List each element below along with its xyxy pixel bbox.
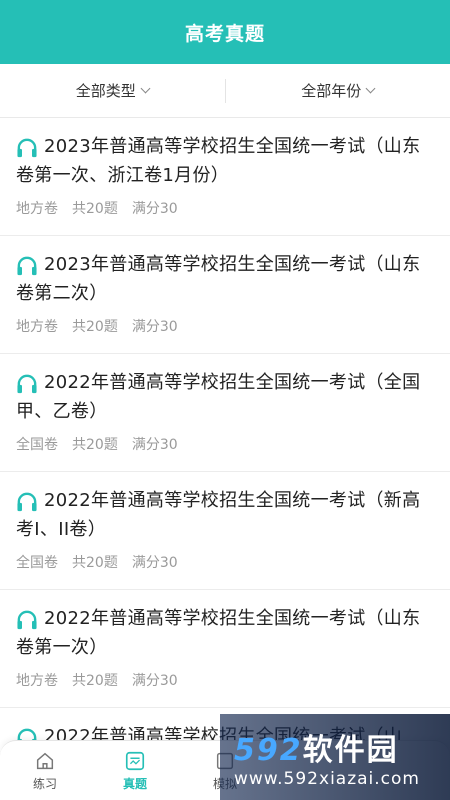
year-filter-dropdown[interactable]: 全部年份 — [226, 64, 450, 117]
watermark-brand-number: 592 — [234, 733, 303, 768]
paper-category: 全国卷 — [16, 555, 58, 571]
headphone-icon — [17, 138, 37, 158]
exam-paper-icon — [125, 751, 145, 770]
paper-question-count: 共20题 — [72, 673, 118, 689]
watermark-url: www.592xiazai.com — [234, 769, 420, 789]
app-header: 高考真题 — [0, 0, 450, 64]
paper-title: 2023年普通高等学校招生全国统一考试（山东卷第一次、浙江卷1月份） — [16, 136, 421, 186]
page-title: 高考真题 — [184, 22, 265, 45]
paper-question-count: 共20题 — [72, 555, 118, 571]
paper-list[interactable]: 2023年普通高等学校招生全国统一考试（山东卷第一次、浙江卷1月份） 地方卷 共… — [0, 118, 450, 800]
headphone-icon — [17, 610, 37, 630]
paper-title: 2023年普通高等学校招生全国统一考试（山东卷第二次） — [16, 254, 421, 304]
headphone-icon — [17, 256, 37, 276]
chevron-down-icon — [140, 83, 151, 94]
paper-full-score: 满分30 — [131, 201, 178, 217]
paper-category: 地方卷 — [16, 673, 58, 689]
paper-title: 2022年普通高等学校招生全国统一考试（山东卷第一次） — [16, 608, 421, 658]
paper-question-count: 共20题 — [72, 319, 118, 335]
type-filter-label: 全部类型 — [75, 82, 136, 100]
paper-category: 地方卷 — [16, 319, 58, 335]
tab-exams[interactable]: 真题 — [90, 741, 180, 800]
paper-title: 2022年普通高等学校招生全国统一考试（全国甲、乙卷） — [16, 372, 421, 422]
paper-item[interactable]: 2023年普通高等学校招生全国统一考试（山东卷第二次） 地方卷 共20题 满分3… — [0, 236, 450, 354]
watermark-brand-text: 软件园 — [302, 733, 399, 768]
paper-item[interactable]: 2022年普通高等学校招生全国统一考试（全国甲、乙卷） 全国卷 共20题 满分3… — [0, 354, 450, 472]
paper-category: 全国卷 — [16, 437, 58, 453]
type-filter-dropdown[interactable]: 全部类型 — [0, 64, 225, 117]
paper-item[interactable]: 2022年普通高等学校招生全国统一考试（山东卷第一次） 地方卷 共20题 满分3… — [0, 590, 450, 708]
watermark: 592软件园 www.592xiazai.com — [220, 714, 450, 800]
paper-full-score: 满分30 — [131, 437, 178, 453]
paper-question-count: 共20题 — [72, 201, 118, 217]
paper-full-score: 满分30 — [131, 555, 178, 571]
filter-bar: 全部类型 全部年份 — [0, 64, 450, 118]
paper-full-score: 满分30 — [131, 319, 178, 335]
chevron-down-icon — [365, 83, 376, 94]
tab-practice-label: 练习 — [32, 776, 57, 791]
year-filter-label: 全部年份 — [301, 82, 362, 100]
paper-full-score: 满分30 — [131, 673, 178, 689]
tab-practice[interactable]: 练习 — [0, 741, 90, 800]
paper-item[interactable]: 2023年普通高等学校招生全国统一考试（山东卷第一次、浙江卷1月份） 地方卷 共… — [0, 118, 450, 236]
paper-category: 地方卷 — [16, 201, 58, 217]
paper-question-count: 共20题 — [72, 437, 118, 453]
tab-exams-label: 真题 — [122, 776, 147, 791]
paper-item[interactable]: 2022年普通高等学校招生全国统一考试（新高考I、II卷） 全国卷 共20题 满… — [0, 472, 450, 590]
headphone-icon — [17, 374, 37, 394]
home-icon — [36, 752, 54, 769]
paper-title: 2022年普通高等学校招生全国统一考试（新高考I、II卷） — [16, 490, 421, 540]
headphone-icon — [17, 492, 37, 512]
